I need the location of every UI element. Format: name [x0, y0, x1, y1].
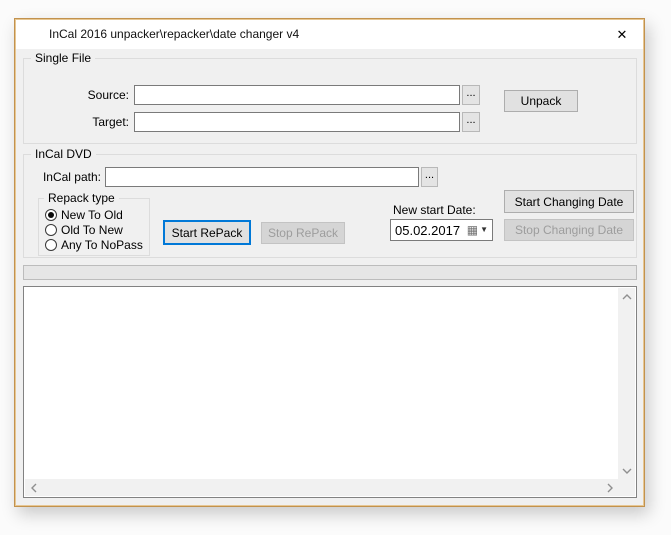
incal-path-browse-button[interactable]: ... — [421, 167, 438, 187]
scroll-up-button[interactable] — [618, 288, 635, 305]
repack-type-group: Repack type New To Old Old To New Any To… — [38, 191, 150, 256]
scroll-right-button[interactable] — [601, 479, 618, 496]
target-label: Target: — [92, 115, 129, 129]
repack-type-group-label: Repack type — [44, 191, 119, 205]
source-input[interactable] — [134, 85, 460, 105]
stop-changing-date-button: Stop Changing Date — [504, 219, 634, 241]
stop-repack-button: Stop RePack — [261, 222, 345, 244]
chevron-up-icon — [622, 293, 631, 299]
app-window: InCal 2016 unpacker\repacker\date change… — [14, 18, 645, 507]
log-output-area[interactable] — [23, 286, 637, 498]
source-browse-button[interactable]: ... — [462, 85, 480, 105]
horizontal-scrollbar[interactable] — [25, 479, 618, 496]
dropdown-arrow-icon[interactable]: ▼ — [480, 226, 488, 234]
close-icon: ✕ — [616, 27, 628, 42]
radio-button-icon — [45, 208, 57, 221]
chevron-left-icon — [30, 483, 36, 492]
scroll-left-button[interactable] — [25, 479, 42, 496]
radio-any-to-nopass[interactable]: Any To NoPass — [45, 237, 143, 252]
log-content — [28, 289, 616, 477]
progress-bar — [23, 265, 637, 280]
source-label: Source: — [87, 88, 129, 102]
vertical-scrollbar[interactable] — [618, 288, 635, 479]
start-changing-date-button[interactable]: Start Changing Date — [504, 190, 634, 213]
radio-new-to-old[interactable]: New To Old — [45, 207, 123, 222]
unpack-button[interactable]: Unpack — [504, 90, 578, 112]
radio-button-icon — [45, 223, 57, 236]
calendar-icon: ▦ — [466, 223, 479, 237]
target-input[interactable] — [134, 112, 460, 132]
radio-button-icon — [45, 238, 57, 251]
radio-old-to-new[interactable]: Old To New — [45, 222, 123, 237]
title-bar: InCal 2016 unpacker\repacker\date change… — [16, 20, 643, 49]
incal-dvd-group-label: InCal DVD — [31, 147, 96, 161]
start-repack-button[interactable]: Start RePack — [163, 220, 251, 245]
date-value: 05.02.2017 — [395, 222, 461, 238]
single-file-group-label: Single File — [31, 51, 96, 65]
incal-path-input[interactable] — [105, 167, 419, 187]
scroll-down-button[interactable] — [618, 462, 635, 479]
close-button[interactable]: ✕ — [609, 25, 635, 45]
target-browse-button[interactable]: ... — [462, 112, 480, 132]
new-start-date-picker[interactable]: 05.02.2017 ▦ ▼ — [390, 219, 493, 241]
chevron-down-icon — [622, 468, 631, 474]
new-start-date-label: New start Date: — [393, 203, 476, 217]
chevron-right-icon — [607, 483, 613, 492]
window-title: InCal 2016 unpacker\repacker\date change… — [49, 27, 300, 41]
incal-path-label: InCal path: — [42, 170, 101, 184]
scrollbar-corner — [618, 479, 635, 496]
